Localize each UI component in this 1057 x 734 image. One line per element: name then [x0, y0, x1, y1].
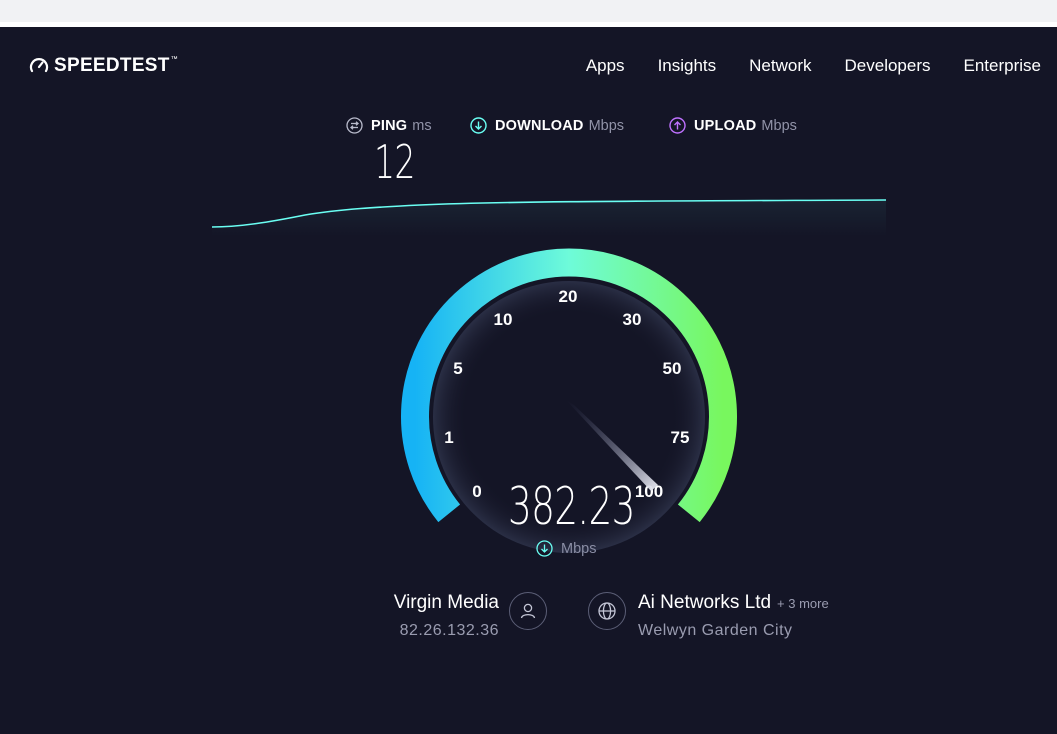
gauge-tick-label: 20: [559, 287, 578, 306]
gauge-unit: Mbps: [536, 540, 596, 557]
download-speed-value: 382.23: [508, 477, 635, 537]
browser-top-strip: [0, 0, 1057, 22]
gauge-tick-label: 0: [472, 482, 481, 501]
server-name-row: Ai Networks Ltd + 3 more: [638, 592, 829, 614]
server-name[interactable]: Ai Networks Ltd: [638, 592, 771, 614]
gauge-tick-label: 1: [444, 428, 453, 447]
isp-ip-address: 82.26.132.36: [399, 622, 499, 639]
server-more-link[interactable]: + 3 more: [777, 596, 829, 611]
download-arrow-icon: [536, 540, 553, 557]
globe-icon: [598, 602, 616, 620]
server-city: Welwyn Garden City: [638, 622, 793, 639]
isp-name: Virgin Media: [393, 592, 499, 613]
isp-info: Virgin Media 82.26.132.36: [394, 592, 499, 640]
gauge-tick-label: 50: [663, 359, 682, 378]
gauge-tick-label: 5: [453, 359, 462, 378]
gauge-tick-label: 75: [671, 428, 690, 447]
gauge-unit-label: Mbps: [561, 540, 597, 557]
user-icon: [520, 603, 536, 619]
speedtest-app: SPEEDTEST ™ Apps Insights Network Develo…: [0, 27, 1057, 734]
gauge-tick-label: 30: [623, 310, 642, 329]
user-button: [509, 592, 547, 630]
server-button[interactable]: [588, 592, 626, 630]
gauge-tick-label: 10: [494, 310, 513, 329]
server-info: Ai Networks Ltd + 3 more Welwyn Garden C…: [638, 592, 829, 640]
